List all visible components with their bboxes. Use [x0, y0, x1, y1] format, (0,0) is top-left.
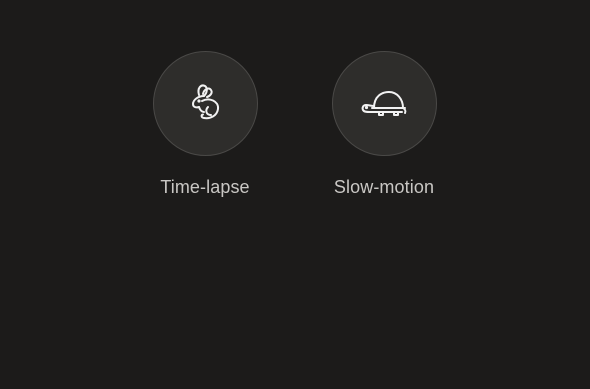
time-lapse-label: Time-lapse [160, 177, 250, 197]
slow-motion-button[interactable] [331, 51, 437, 156]
time-lapse-button[interactable] [152, 51, 258, 156]
slow-motion-label: Slow-motion [333, 177, 435, 197]
time-lapse-option[interactable]: Time-lapse [135, 51, 275, 198]
rabbit-icon [182, 81, 228, 127]
slow-motion-option[interactable]: Slow-motion [314, 51, 454, 198]
turtle-icon [358, 84, 410, 124]
camera-mode-picker: Time-lapse Slow-motion [0, 0, 590, 389]
